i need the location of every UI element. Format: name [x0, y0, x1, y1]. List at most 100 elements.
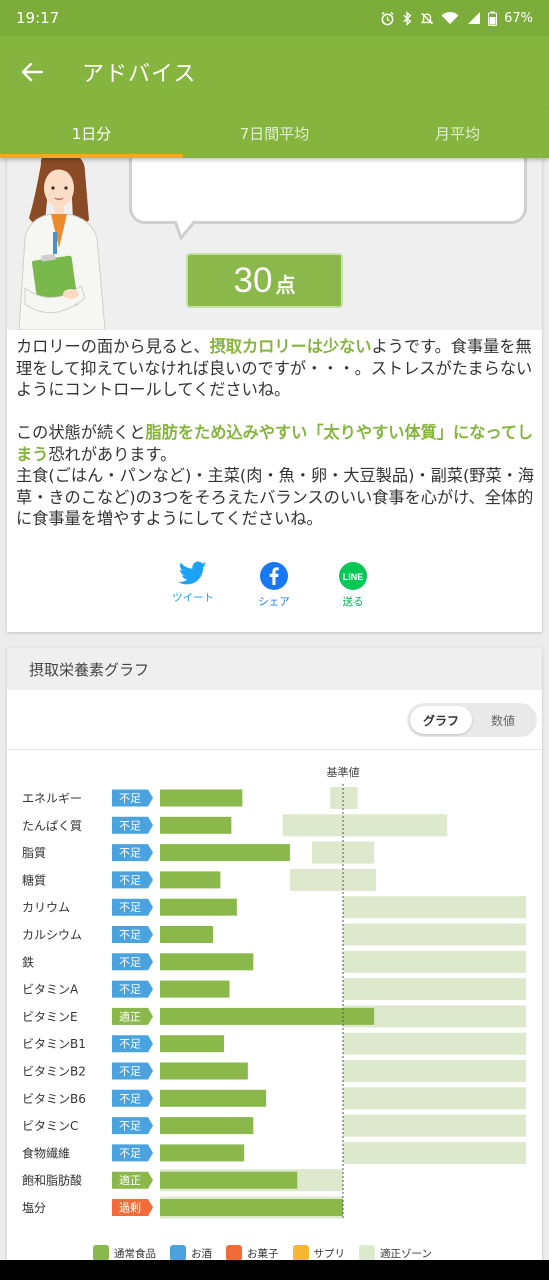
nutrient-label: 鉄: [22, 954, 34, 969]
status-bar: 19:17 67%: [0, 0, 549, 36]
intake-bar: [160, 1089, 267, 1107]
notifications-off-icon: [420, 12, 434, 24]
optimal-zone: [343, 1032, 526, 1055]
optimal-zone: [343, 1060, 526, 1082]
status-badge-label: 不足: [119, 1147, 141, 1160]
legend-swatch: [359, 1245, 375, 1261]
status-badge-label: 適正: [119, 1173, 141, 1187]
battery-icon: [488, 11, 498, 26]
intake-bar: [160, 953, 254, 971]
chart-legend: 通常食品 お酒 お菓子 サプリ 適正ゾーン: [93, 1245, 432, 1261]
line-share-label: 送る: [342, 596, 364, 608]
status-badge-label: 不足: [119, 929, 141, 942]
twitter-share-button[interactable]: ツイート: [163, 561, 223, 605]
nutrient-label: ビタミンB1: [22, 1037, 86, 1051]
nutrient-label: ビタミンB2: [22, 1065, 86, 1079]
graph-card-header: 摂取栄養素グラフ: [7, 648, 542, 690]
status-time: 19:17: [16, 9, 60, 27]
nutrient-label: ビタミンC: [22, 1119, 78, 1133]
nutrient-label: カルシウム: [22, 928, 82, 942]
facebook-share-button[interactable]: シェア: [244, 561, 304, 609]
twitter-icon: [178, 561, 207, 585]
nutrient-graph-card: 摂取栄養素グラフ グラフ 数値 基準値 エネルギー 不足 たんぱく質 不足 脂質 不足 糖質不…: [7, 648, 542, 1280]
optimal-zone: [343, 1114, 526, 1137]
optimal-zone: [343, 1141, 526, 1164]
alarm-icon: [381, 11, 394, 25]
legend-label: 通常食品: [114, 1247, 156, 1260]
graph-card-title: 摂取栄養素グラフ: [29, 660, 150, 679]
twitter-share-label: ツイート: [172, 592, 214, 604]
status-badge-label: 不足: [119, 1092, 141, 1105]
optimal-zone: [343, 978, 526, 1001]
intake-bar: [160, 816, 232, 834]
legend-swatch: [226, 1245, 242, 1261]
toggle-graph-button[interactable]: グラフ: [410, 706, 472, 734]
toggle-values-button[interactable]: 数値: [472, 706, 534, 734]
legend-item: お菓子: [226, 1245, 279, 1261]
status-badge-label: 不足: [119, 1065, 141, 1078]
line-icon-text: LINE: [343, 572, 364, 582]
nutrient-label: 糖質: [22, 872, 46, 887]
share-row: ツイート シェア LINE 送る: [7, 561, 542, 611]
app-bar: アドバイス: [0, 36, 549, 108]
system-navigation-bar: [0, 1260, 549, 1280]
intake-bar: [160, 980, 230, 998]
advice-text: カロリーの面から見ると、摂取カロリーは少ないようです。食事量を無理をして抑えてい…: [16, 336, 536, 530]
intake-bar: [160, 1117, 254, 1135]
intake-bar: [160, 898, 237, 916]
divider: [7, 749, 542, 750]
nutrient-label: 食物繊維: [22, 1145, 70, 1160]
legend-label: お菓子: [247, 1247, 279, 1260]
optimal-zone: [282, 814, 448, 837]
legend-label: サプリ: [313, 1247, 346, 1260]
line-share-button[interactable]: LINE 送る: [323, 561, 383, 609]
optimal-zone: [289, 868, 376, 891]
nutrient-label: エネルギー: [22, 792, 82, 806]
score-unit: 点: [275, 273, 296, 297]
advice-card: 30 点 カロリーの面から見ると、摂取カロリーは少ないようです。食事量を無理をし…: [7, 158, 542, 632]
battery-percent: 67%: [504, 10, 533, 26]
nutrient-label: 脂質: [22, 845, 46, 860]
tab-monthly-average[interactable]: 月平均: [366, 108, 549, 158]
back-button[interactable]: [0, 36, 64, 108]
tab-7day-average[interactable]: 7日間平均: [183, 108, 366, 158]
legend-item: 通常食品: [93, 1245, 156, 1261]
score-badge: 30 点: [186, 253, 343, 308]
nutrient-label: ビタミンA: [22, 983, 79, 997]
page-title: アドバイス: [82, 62, 197, 87]
tab-daily[interactable]: 1日分: [0, 108, 183, 158]
status-badge-label: 不足: [119, 1120, 141, 1133]
intake-bar: [160, 789, 243, 807]
intake-bar: [160, 1007, 375, 1025]
nutrient-label: 飽和脂肪酸: [22, 1173, 82, 1188]
advice-text-plain: この状態が続くと: [16, 423, 146, 442]
facebook-icon: [260, 562, 288, 590]
advice-highlight: 摂取カロリーは少ない: [209, 337, 372, 356]
intake-bar: [160, 1035, 225, 1053]
optimal-zone: [330, 787, 358, 809]
intake-bar: [160, 871, 221, 889]
legend-swatch: [292, 1245, 309, 1261]
status-badge-label: 適正: [119, 1009, 141, 1023]
nutrient-bar-chart: 基準値エネルギー 不足たんぱく質 不足脂質 不足糖質 不足カリウム 不足カルシウム 不足鉄不…: [22, 765, 526, 1219]
legend-label: お酒: [191, 1247, 212, 1260]
optimal-zone: [343, 896, 526, 919]
optimal-zone: [343, 1087, 526, 1110]
intake-bar: [160, 1144, 245, 1162]
status-badge-label: 不足: [119, 1038, 141, 1051]
speech-bubble: [129, 158, 527, 224]
advice-paragraph-3: 主食(ごはん・パンなど)・主菜(肉・魚・卵・大豆製品)・副菜(野菜・海草・きのこ…: [16, 466, 535, 528]
intake-bar: [160, 1199, 343, 1216]
intake-bar: [160, 1062, 248, 1080]
period-tabs: 1日分 7日間平均 月平均: [0, 108, 549, 158]
advisor-area: 30 点: [7, 158, 542, 330]
nutrient-label: ビタミンB6: [22, 1092, 86, 1106]
advisor-illustration: [18, 158, 106, 330]
line-icon: LINE: [339, 562, 367, 590]
legend-item: 適正ゾーン: [359, 1245, 432, 1261]
nutrient-label: 塩分: [22, 1200, 46, 1215]
advice-text-plain: 恐れがあります。: [48, 444, 177, 464]
legend-item: お酒: [170, 1245, 212, 1261]
intake-bar: [160, 844, 290, 862]
status-badge-label: 過剰: [119, 1202, 141, 1215]
